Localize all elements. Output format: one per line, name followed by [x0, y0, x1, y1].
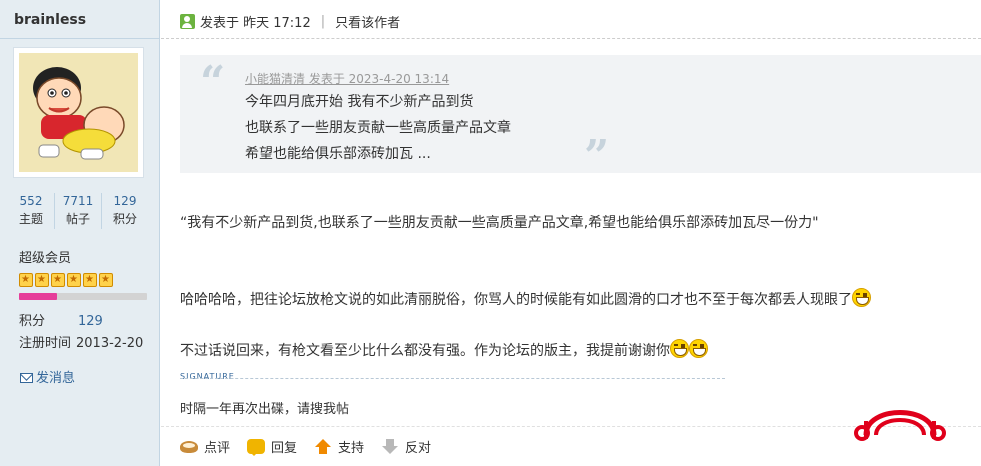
star-icon: ★	[99, 273, 113, 287]
support-label: 支持	[338, 441, 365, 456]
author-stats: 552 主题 7711 帖子 129 积分	[8, 193, 148, 229]
arrow-up-icon	[314, 439, 332, 454]
oppose-button[interactable]: 反对	[381, 437, 431, 456]
author-username[interactable]: brainless	[14, 12, 86, 28]
send-message-label: 发消息	[36, 371, 76, 386]
quote-author-link[interactable]: 小能猫清清 发表于 2023-4-20 13:14	[245, 70, 449, 87]
quote-block: “ 小能猫清清 发表于 2023-4-20 13:14 今年四月底开始 我有不少…	[180, 55, 981, 179]
quote-line: 今年四月底开始 我有不少新产品到货	[245, 94, 474, 110]
level-progress-bar	[19, 293, 147, 300]
post-main: 发表于 昨天 17:12 | 只看该作者 “ 小能猫清清 发表于 2023-4-…	[161, 0, 981, 466]
star-icon: ★	[51, 273, 65, 287]
grin-emoji-icon	[670, 339, 689, 358]
info-credits: 积分 129	[19, 310, 103, 329]
avatar[interactable]	[13, 47, 144, 178]
header-divider	[161, 38, 981, 39]
star-icon: ★	[67, 273, 81, 287]
stat-value: 129	[113, 194, 137, 208]
post-body-line: 哈哈哈哈，把往论坛放枪文说的如此清丽脱俗，你骂人的时候能有如此圆滑的口才也不至于…	[180, 288, 871, 309]
post-body-text: 哈哈哈哈，把往论坛放枪文说的如此清丽脱俗，你骂人的时候能有如此圆滑的口才也不至于…	[180, 292, 852, 308]
envelope-icon	[20, 373, 33, 383]
post-header: 发表于 昨天 17:12 | 只看该作者	[180, 12, 400, 31]
info-register-date: 注册时间 2013-2-20	[19, 332, 143, 351]
reply-label: 回复	[271, 441, 298, 456]
reply-button[interactable]: 回复	[247, 437, 297, 456]
star-icon: ★	[35, 273, 49, 287]
author-sidebar: brainless 552 主题 7711 帖子 129 积分 超级会员 ★ ★…	[0, 0, 160, 466]
level-progress-fill	[19, 293, 58, 300]
stat-credits[interactable]: 129 积分	[102, 193, 148, 229]
info-value: 2013-2-20	[76, 336, 144, 351]
quote-line: 也联系了一些朋友贡献一些高质量产品文章	[245, 120, 511, 136]
only-author-link[interactable]: 只看该作者	[335, 12, 400, 31]
post-body-line: “我有不少新产品到货,也联系了一些朋友贡献一些高质量产品文章,希望也能给俱乐部添…	[180, 215, 819, 231]
support-button[interactable]: 支持	[314, 437, 364, 456]
signature-divider	[180, 378, 725, 379]
avatar-image	[19, 53, 138, 172]
quote-line: 希望也能给俱乐部添砖加瓦 ...	[245, 146, 431, 162]
stat-label: 主题	[18, 212, 43, 226]
online-user-icon	[180, 14, 195, 29]
sidebar-divider	[0, 38, 159, 39]
stat-topics[interactable]: 552 主题	[8, 193, 55, 229]
stat-label: 帖子	[65, 212, 90, 226]
info-value[interactable]: 129	[78, 314, 103, 329]
rank-stars: ★ ★ ★ ★ ★ ★	[19, 271, 115, 287]
coffee-cup-icon	[180, 440, 198, 453]
post-body-text: 不过话说回来，有枪文看至少比什么都没有强。作为论坛的版主，我提前谢谢你	[180, 343, 670, 359]
star-icon: ★	[83, 273, 97, 287]
info-key: 注册时间	[19, 336, 72, 351]
arrow-down-icon	[381, 439, 399, 454]
post-body-line: 不过话说回来，有枪文看至少比什么都没有强。作为论坛的版主，我提前谢谢你	[180, 339, 708, 360]
headphone-logo	[852, 399, 948, 443]
close-quote-icon: ”	[584, 131, 610, 182]
stat-value: 552	[19, 194, 43, 208]
post-time: 发表于 昨天 17:12	[200, 16, 311, 31]
stat-posts[interactable]: 7711 帖子	[55, 193, 102, 229]
grin-emoji-icon	[689, 339, 708, 358]
speech-bubble-icon	[247, 439, 266, 456]
header-separator: |	[320, 14, 326, 29]
star-icon: ★	[19, 273, 33, 287]
send-message-link[interactable]: 发消息	[20, 367, 75, 386]
info-key: 积分	[19, 314, 46, 329]
user-group[interactable]: 超级会员	[19, 247, 71, 266]
post-actions: 点评 回复 支持 反对	[180, 437, 448, 456]
comment-label: 点评	[204, 441, 231, 456]
signature-text: 时隔一年再次出碟，请搜我帖	[180, 402, 350, 417]
oppose-label: 反对	[405, 441, 432, 456]
grin-emoji-icon	[852, 288, 871, 307]
stat-value: 7711	[62, 194, 94, 208]
open-quote-icon: “	[200, 57, 226, 108]
signature-label: SIGNATURE	[180, 372, 235, 381]
comment-button[interactable]: 点评	[180, 437, 230, 456]
stat-label: 积分	[112, 212, 137, 226]
